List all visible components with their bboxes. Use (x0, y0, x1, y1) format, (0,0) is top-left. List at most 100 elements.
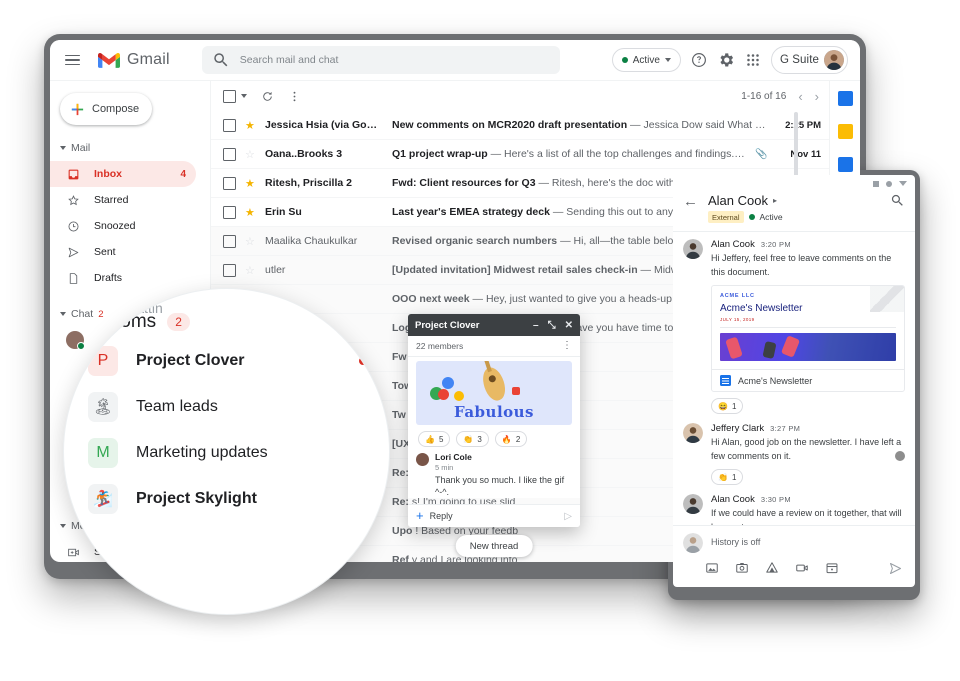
select-all-checkbox[interactable] (223, 89, 236, 103)
sidebar-section-mail[interactable]: Mail (50, 135, 210, 161)
reaction-chip[interactable]: 👏 3 (456, 431, 489, 447)
reaction-chip[interactable]: 🔥 2 (494, 431, 528, 447)
send-icon[interactable]: ▷ (564, 511, 572, 522)
sidebar-item-inbox[interactable]: Inbox 4 (50, 161, 196, 187)
row-checkbox[interactable] (223, 205, 236, 219)
google-drive-icon[interactable] (765, 561, 779, 575)
row-sender: Maalika Chaukulkar (265, 235, 358, 247)
sidebar-item-drafts[interactable]: Drafts (50, 265, 196, 291)
send-icon[interactable] (888, 561, 903, 576)
reaction-count: 5 (438, 434, 444, 444)
help-icon[interactable] (690, 51, 708, 69)
close-icon[interactable]: ✕ (565, 320, 573, 331)
row-checkbox[interactable] (223, 234, 236, 248)
avatar[interactable] (824, 50, 844, 70)
star-icon[interactable]: ☆ (245, 148, 256, 161)
decorative-corner (870, 286, 904, 312)
message-text: Hi Alan, good job on the newsletter. I h… (711, 437, 902, 461)
message-reaction[interactable]: 👏 1 (711, 469, 744, 485)
clover-title-bar[interactable]: Project Clover – ⤡ ✕ (408, 314, 580, 336)
next-page-button[interactable]: › (815, 90, 819, 103)
sidebar-item-starred[interactable]: Starred (50, 187, 196, 213)
maximize-icon[interactable] (886, 180, 892, 187)
video-icon[interactable] (795, 561, 809, 575)
search-input[interactable]: Search mail and chat (201, 46, 560, 74)
sidebar-item-room[interactable]: M Marketing updates (64, 435, 389, 471)
table-row[interactable]: ☆ Oana..Brooks 3 Q1 project wrap-up — Here… (211, 140, 829, 169)
table-row[interactable]: ★ Jessica Hsia (via Google. New comments o… (211, 111, 829, 140)
gmail-top-bar: Gmail Search mail and chat Active G Suit… (50, 40, 860, 80)
row-checkbox[interactable] (223, 147, 236, 161)
sidebar-item-room[interactable]: 🏝 Team leads (64, 389, 389, 425)
star-icon[interactable]: ☆ (245, 264, 256, 277)
row-checkbox[interactable] (223, 176, 236, 190)
message-time: 3:30 PM (760, 495, 791, 504)
newsletter-card[interactable]: ACME LLC Acme's Newsletter JULY 15, 2019 (711, 285, 905, 392)
account-chip[interactable]: G Suite (770, 46, 848, 74)
clover-message-author: Lori Cole (435, 452, 472, 462)
star-icon[interactable]: ☆ (245, 235, 256, 248)
image-icon[interactable] (705, 561, 719, 575)
sidebar-item-sent[interactable]: Sent (50, 239, 196, 265)
minimize-icon[interactable] (873, 180, 879, 187)
google-calendar-icon[interactable] (837, 91, 853, 106)
reaction-count: 1 (731, 472, 737, 482)
sidebar-item-inbox-count: 4 (180, 168, 186, 180)
row-checkbox[interactable] (223, 118, 236, 132)
newsletter-card-footer[interactable]: Acme's Newsletter (712, 369, 904, 391)
row-sender: utler (265, 264, 286, 276)
new-thread-button[interactable]: New thread (455, 535, 533, 558)
sidebar-item-snoozed[interactable]: Snoozed (50, 213, 196, 239)
row-sender: Ritesh, Priscilla 2 (265, 177, 352, 189)
more-options-icon[interactable]: ⋮ (562, 341, 572, 351)
reaction-chip[interactable]: 👍 5 (418, 431, 451, 447)
star-icon[interactable]: ★ (245, 119, 256, 132)
avatar (683, 423, 703, 443)
chevron-down-icon[interactable] (241, 94, 247, 98)
prev-page-button[interactable]: ‹ (798, 90, 802, 103)
back-arrow-icon[interactable]: ← (683, 193, 698, 211)
gear-icon[interactable] (717, 51, 735, 69)
rooms-magnifier-lens: ey, Alan, Ad Can we reschedule the Ethan… (63, 288, 390, 615)
compose-label: Compose (92, 103, 140, 115)
compose-button[interactable]: Compose (60, 93, 152, 125)
star-icon[interactable]: ★ (245, 206, 256, 219)
sidebar-item-inbox-label: Inbox (94, 168, 122, 180)
more-options-icon[interactable] (288, 90, 301, 103)
plus-icon[interactable]: + (416, 509, 424, 522)
google-keep-icon[interactable] (837, 124, 853, 139)
sidebar-item-room[interactable]: P Project Clover (64, 343, 389, 379)
main-menu-icon[interactable] (60, 47, 86, 73)
clover-reply-label: Reply (429, 511, 453, 522)
google-tasks-icon[interactable] (837, 157, 853, 172)
chevron-right-icon[interactable]: ▸ (773, 196, 777, 205)
reaction-emoji: 👏 (463, 434, 474, 444)
star-icon[interactable]: ★ (245, 177, 256, 190)
clover-reply-bar[interactable]: + Reply ▷ (408, 504, 580, 528)
gif-attachment[interactable]: Fabulous (416, 361, 572, 425)
room-avatar: 🏝 (88, 392, 118, 422)
reaction-emoji: 😄 (718, 401, 728, 411)
refresh-icon[interactable] (261, 90, 274, 103)
sidebar-item-room[interactable]: 🏂 Project Skylight (64, 481, 389, 517)
chat-message-list[interactable]: Alan Cook 3:20 PM Hi Jeffery, feel free … (673, 232, 915, 525)
apps-grid-icon[interactable] (744, 51, 762, 69)
plus-icon (71, 103, 84, 115)
room-name: Project Clover (136, 352, 245, 369)
message-text: If we could have a review on it together… (711, 508, 902, 525)
clover-reactions: 👍 5 👏 3 🔥 2 (418, 431, 572, 447)
presence-dot-icon (748, 214, 755, 220)
new-meeting-icon (66, 545, 81, 560)
minimize-icon[interactable]: – (533, 320, 539, 331)
expand-icon[interactable]: ⤡ (548, 320, 556, 331)
message-reaction[interactable]: 😄 1 (711, 398, 744, 414)
row-checkbox[interactable] (223, 263, 236, 277)
reaction-emoji: 👏 (718, 472, 728, 482)
reaction-count: 1 (731, 401, 737, 411)
collapse-icon[interactable] (899, 181, 907, 186)
presence-status-button[interactable]: Active (611, 48, 681, 72)
calendar-icon[interactable] (825, 561, 839, 575)
sticker-icon[interactable] (735, 561, 749, 575)
search-icon[interactable] (890, 193, 905, 213)
chat-composer-history: History is off (673, 525, 915, 553)
